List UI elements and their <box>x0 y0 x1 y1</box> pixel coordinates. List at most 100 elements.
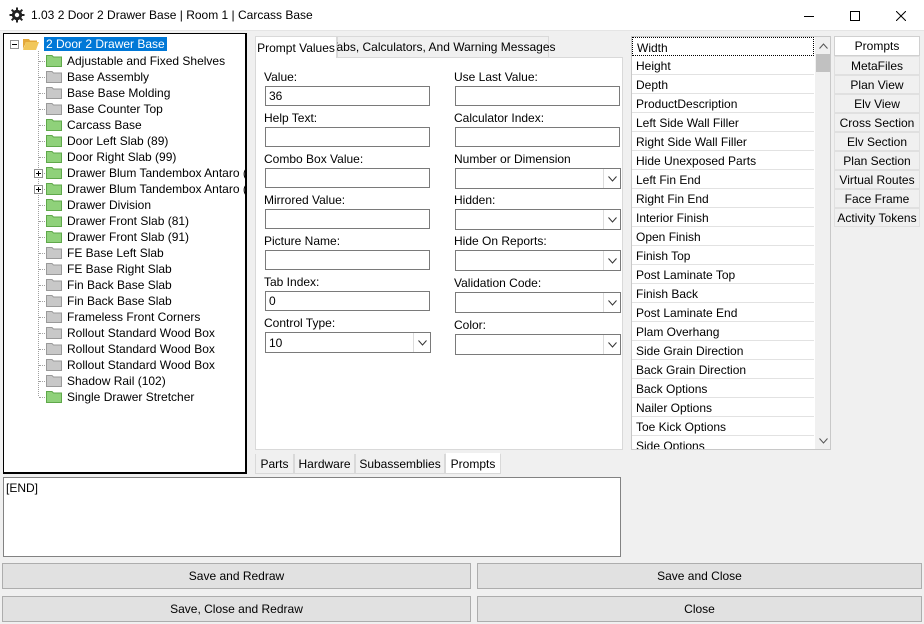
mirrored-value-input[interactable] <box>265 209 430 229</box>
tree-item[interactable]: FE Base Right Slab <box>46 261 172 277</box>
prompt-list-item[interactable]: Height <box>632 56 814 75</box>
close-window-button[interactable] <box>878 0 924 31</box>
chevron-down-icon[interactable] <box>603 210 620 229</box>
assembly-tree[interactable]: 2 Door 2 Drawer Base Adjustable and Fixe… <box>3 33 247 474</box>
tree-item[interactable]: Carcass Base <box>46 117 142 133</box>
prompt-list-item[interactable]: Post Laminate Top <box>632 265 814 284</box>
prompt-list-item[interactable]: Back Grain Direction <box>632 360 814 379</box>
save-and-redraw-button[interactable]: Save and Redraw <box>2 563 471 589</box>
view-tab-elv-section[interactable]: Elv Section <box>834 132 920 151</box>
tab-subassemblies[interactable]: Subassemblies <box>355 454 445 474</box>
number-or-dimension-select[interactable] <box>455 168 621 189</box>
tree-item[interactable]: Rollout Standard Wood Box <box>46 357 215 373</box>
save-and-close-button[interactable]: Save and Close <box>477 563 922 589</box>
tree-item[interactable]: Door Left Slab (89) <box>46 133 168 149</box>
prompt-list-item[interactable]: ProductDescription <box>632 94 814 113</box>
tree-item[interactable]: Base Assembly <box>46 69 149 85</box>
tree-item[interactable]: Fin Back Base Slab <box>46 293 172 309</box>
tab-hardware[interactable]: Hardware <box>294 454 355 474</box>
expand-icon[interactable] <box>34 169 43 178</box>
use-last-value-input[interactable] <box>455 86 620 106</box>
scroll-thumb[interactable] <box>816 54 830 72</box>
view-tab-elv-view[interactable]: Elv View <box>834 94 920 113</box>
tab-tabs-calculators[interactable]: Tabs, Calculators, And Warning Messages <box>331 36 556 57</box>
prompt-list-item[interactable]: Left Side Wall Filler <box>632 113 814 132</box>
tree-item[interactable]: Rollout Standard Wood Box <box>46 341 215 357</box>
prompt-list-item[interactable]: Right Side Wall Filler <box>632 132 814 151</box>
view-tab-plan-view[interactable]: Plan View <box>834 75 920 94</box>
control-type-select[interactable]: 10 <box>265 332 431 353</box>
prompt-list-item[interactable]: Depth <box>632 75 814 94</box>
tree-item[interactable]: Shadow Rail (102) <box>46 373 166 389</box>
prompt-list-item[interactable]: Post Laminate End <box>632 303 814 322</box>
tree-item[interactable]: Drawer Blum Tandembox Antaro (91) <box>46 181 245 197</box>
prompt-list-item[interactable]: Right Fin End <box>632 189 814 208</box>
tree-item[interactable]: Single Drawer Stretcher <box>46 389 194 405</box>
tab-prompts[interactable]: Prompts <box>445 453 501 474</box>
hide-on-reports-select[interactable] <box>455 250 621 271</box>
tree-item[interactable]: Drawer Blum Tandembox Antaro (81) <box>46 165 245 181</box>
prompt-list[interactable]: Width Height Depth ProductDescription Left S… <box>631 36 831 450</box>
validation-code-select[interactable] <box>455 292 621 313</box>
view-tab-face-frame[interactable]: Face Frame <box>834 189 920 208</box>
tree-item[interactable]: FE Base Left Slab <box>46 245 164 261</box>
tree-item[interactable]: Fin Back Base Slab <box>46 277 172 293</box>
chevron-down-icon[interactable] <box>413 333 430 352</box>
prompt-list-item[interactable]: Finish Top <box>632 246 814 265</box>
scroll-down-button[interactable] <box>815 432 830 449</box>
tree-item-label: Shadow Rail (102) <box>67 374 166 388</box>
collapse-icon[interactable] <box>10 39 19 49</box>
calculator-index-input[interactable] <box>455 127 620 147</box>
view-tab-cross-section[interactable]: Cross Section <box>834 113 920 132</box>
chevron-down-icon[interactable] <box>603 251 620 270</box>
view-tab-plan-section[interactable]: Plan Section <box>834 151 920 170</box>
view-tab-virtual-routes[interactable]: Virtual Routes <box>834 170 920 189</box>
minimize-button[interactable] <box>786 0 832 31</box>
tree-item[interactable]: Base Counter Top <box>46 101 163 117</box>
tree-item[interactable]: Base Base Molding <box>46 85 170 101</box>
chevron-down-icon[interactable] <box>603 335 620 354</box>
tree-item[interactable]: Drawer Front Slab (91) <box>46 229 189 245</box>
save-close-and-redraw-button[interactable]: Save, Close and Redraw <box>2 596 471 622</box>
prompt-list-item[interactable]: Open Finish <box>632 227 814 246</box>
tree-item[interactable]: Drawer Front Slab (81) <box>46 213 189 229</box>
picture-name-input[interactable] <box>265 250 430 270</box>
tab-prompt-values[interactable]: Prompt Values <box>255 36 337 58</box>
prompt-list-item[interactable]: Back Options <box>632 379 814 398</box>
tab-parts[interactable]: Parts <box>255 454 294 474</box>
output-log[interactable]: [END] <box>3 477 621 557</box>
maximize-button[interactable] <box>832 0 878 31</box>
expand-icon[interactable] <box>34 185 43 194</box>
tree-root-node[interactable]: 2 Door 2 Drawer Base <box>10 37 167 51</box>
prompt-list-item[interactable]: Interior Finish <box>632 208 814 227</box>
prompt-list-item[interactable]: Width <box>632 37 814 56</box>
chevron-down-icon[interactable] <box>603 293 620 312</box>
tree-item[interactable]: Frameless Front Corners <box>46 309 200 325</box>
prompt-list-scrollbar[interactable] <box>815 37 830 449</box>
prompt-list-item[interactable]: Hide Unexposed Parts <box>632 151 814 170</box>
color-select[interactable] <box>455 334 621 355</box>
prompt-list-item[interactable]: Plam Overhang <box>632 322 814 341</box>
chevron-down-icon[interactable] <box>603 169 620 188</box>
prompt-list-item[interactable]: Toe Kick Options <box>632 417 814 436</box>
help-text-input[interactable] <box>265 127 430 147</box>
tree-branch-line <box>39 141 45 142</box>
hidden-select[interactable] <box>455 209 621 230</box>
view-tab-activity-tokens[interactable]: Activity Tokens <box>834 208 920 227</box>
value-input[interactable]: 36 <box>265 86 430 106</box>
combo-box-value-input[interactable] <box>265 168 430 188</box>
scroll-up-button[interactable] <box>815 37 830 54</box>
prompt-list-item[interactable]: Left Fin End <box>632 170 814 189</box>
view-tab-prompts[interactable]: Prompts <box>834 36 920 56</box>
prompt-list-item[interactable]: Side Grain Direction <box>632 341 814 360</box>
tree-item[interactable]: Rollout Standard Wood Box <box>46 325 215 341</box>
prompt-list-item[interactable]: Nailer Options <box>632 398 814 417</box>
prompt-list-item[interactable]: Side Options <box>632 436 814 449</box>
close-button[interactable]: Close <box>477 596 922 622</box>
tab-index-input[interactable]: 0 <box>265 291 430 311</box>
view-tab-metafiles[interactable]: MetaFiles <box>834 56 920 75</box>
tree-item[interactable]: Adjustable and Fixed Shelves <box>46 53 225 69</box>
tree-item[interactable]: Door Right Slab (99) <box>46 149 176 165</box>
tree-item[interactable]: Drawer Division <box>46 197 151 213</box>
prompt-list-item[interactable]: Finish Back <box>632 284 814 303</box>
